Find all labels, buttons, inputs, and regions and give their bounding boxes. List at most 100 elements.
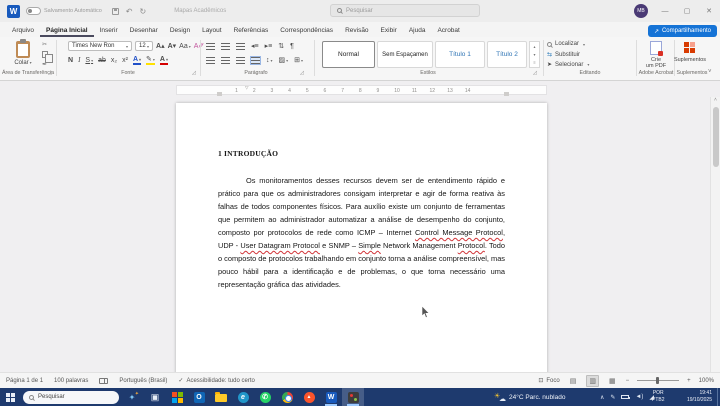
addins-icon[interactable] [684,42,695,53]
vertical-scrollbar[interactable]: ˄ [710,97,720,372]
ribbon-tab-revisão[interactable]: Revisão [339,25,374,37]
active-document-app-icon[interactable] [342,388,364,406]
file-explorer-icon[interactable] [210,388,232,406]
align-left-icon[interactable] [206,56,215,64]
subscript-icon[interactable]: x₂ [111,55,117,65]
show-marks-icon[interactable]: ¶ [290,41,294,51]
share-button[interactable]: ↗ Compartilhamento [647,25,717,37]
select-button[interactable]: ➤ Selecionar ▾ [547,61,589,69]
styles-dialog-launcher[interactable]: ◿ [533,70,537,76]
paste-button[interactable] [16,39,30,58]
clock[interactable]: 19:41 19/10/2025 [676,390,712,403]
ribbon-tab-layout[interactable]: Layout [196,25,228,37]
highlight-color-icon[interactable]: ✎ ▾ [146,55,155,65]
pen-icon[interactable]: ✎ [610,394,615,401]
read-mode-icon[interactable]: ▤ [568,376,579,386]
autosave-toggle[interactable] [26,7,41,15]
font-size-select[interactable]: 12 ▾ [135,41,153,51]
font-color-icon[interactable]: A ▾ [159,55,168,65]
horizontal-ruler[interactable]: ▽ 1 2 3 4 5 6 7 8 9 10 11 12 13 14 [176,85,547,96]
taskbar-search[interactable]: Pesquisar [23,390,119,404]
multilevel-list-icon[interactable] [236,42,245,50]
clear-formatting-icon[interactable]: A✐ [194,41,205,51]
whatsapp-icon[interactable]: ✆ [254,388,276,406]
document-canvas[interactable]: 1 INTRODUÇÃO Os monitoramentos desses re… [0,97,720,372]
font-name-select[interactable]: Times New Ron ▾ [68,41,132,51]
zoom-slider-thumb[interactable] [656,377,660,384]
zoom-in-icon[interactable]: + [687,378,691,384]
word-logo-icon[interactable]: W [7,4,20,18]
zoom-level[interactable]: 100% [699,378,714,384]
borders-icon[interactable]: ⊞ ▾ [294,55,303,65]
task-view-icon[interactable]: ▣ [144,388,166,406]
zoom-out-icon[interactable]: − [626,378,630,384]
shrink-font-icon[interactable]: A ▾ [168,41,177,51]
clipboard-dialog-launcher[interactable]: ◿ [48,70,52,76]
accessibility-status[interactable]: ✓ Acessibilidade: tudo certo [178,377,254,385]
find-button[interactable]: Localizar ▾ [547,41,585,47]
right-margin-marker[interactable] [504,92,509,96]
styles-gallery-scroll[interactable]: ▴ ▾ ≡ [529,41,540,68]
close-button[interactable]: ✕ [698,0,720,22]
change-case-icon[interactable]: Aa ▾ [179,41,191,51]
shading-icon[interactable]: ▨ ▾ [279,55,289,65]
style-no-spacing[interactable]: Sem Espaçamen [377,41,433,68]
font-dialog-launcher[interactable]: ◿ [192,70,196,76]
ribbon-tab-página-inicial[interactable]: Página Inicial [40,25,94,37]
ribbon-tab-referências[interactable]: Referências [228,25,275,37]
edge-icon[interactable]: e [232,388,254,406]
maximize-button[interactable]: ▢ [676,0,698,22]
page-indicator[interactable]: Página 1 de 1 [6,378,43,384]
numbering-icon[interactable] [221,42,230,50]
document-title[interactable]: Mapas Acadêmicos [174,8,226,14]
ribbon-tab-exibir[interactable]: Exibir [375,25,403,37]
line-spacing-icon[interactable]: ↕ ▾ [266,55,273,65]
bullets-icon[interactable] [206,42,215,50]
justify-icon[interactable] [250,55,261,65]
word-count[interactable]: 100 palavras [54,378,88,384]
increase-indent-icon[interactable]: ▸≡ [265,41,273,51]
web-layout-icon[interactable]: ▦ [607,376,618,386]
ribbon-tab-acrobat[interactable]: Acrobat [431,25,465,37]
word-icon[interactable]: W [320,388,342,406]
language-indicator[interactable]: Português (Brasil) [119,378,167,384]
battery-icon[interactable] [621,395,631,399]
ribbon-tab-arquivo[interactable]: Arquivo [6,25,40,37]
create-pdf-icon[interactable] [650,41,663,56]
redo-icon[interactable]: ↻ [140,7,147,16]
first-line-indent-marker[interactable]: ▽ [245,85,248,91]
addins-label[interactable]: Suplementos [672,57,708,63]
text-effects-icon[interactable]: A ▾ [132,55,142,65]
scroll-up-icon[interactable]: ˄ [714,97,717,103]
grow-font-icon[interactable]: A ▴ [156,41,165,51]
scrollbar-thumb[interactable] [712,107,719,167]
user-avatar[interactable]: MB [634,4,648,18]
language-switcher[interactable]: POR PTB2 [652,390,665,403]
zoom-slider[interactable] [637,377,680,384]
style-heading2[interactable]: Título 2 [487,41,527,68]
copilot-icon[interactable]: ✦ ✦ [125,391,139,402]
sort-icon[interactable]: ⇅ [278,41,284,51]
print-layout-icon[interactable]: ▥ [586,374,599,387]
weather-widget[interactable]: ☀ ☁ 24°C Parc. nublado [494,388,565,406]
document-page[interactable]: 1 INTRODUÇÃO Os monitoramentos desses re… [176,103,547,372]
copy-icon[interactable] [42,51,53,63]
ribbon-tab-design[interactable]: Design [164,25,196,37]
focus-mode-button[interactable]: ⊡ Foco [538,377,559,385]
titlebar-search[interactable]: Pesquisar [330,4,480,17]
ribbon-tab-correspondências[interactable]: Correspondências [274,25,339,37]
bold-icon[interactable]: N [68,55,73,65]
proofing-icon[interactable] [99,377,109,384]
italic-icon[interactable]: I [78,55,80,65]
strikethrough-icon[interactable]: ab [98,55,106,65]
style-normal[interactable]: Normal [322,41,375,68]
paragraph-dialog-launcher[interactable]: ◿ [300,70,304,76]
replace-button[interactable]: ⇆ Substituir [547,51,580,59]
undo-icon[interactable]: ↶ [126,7,133,16]
brave-icon[interactable]: ▲ [298,388,320,406]
underline-icon[interactable]: S ▾ [85,55,93,65]
microsoft-store-icon[interactable] [166,388,188,406]
chrome-icon[interactable] [276,388,298,406]
ribbon-tab-ajuda[interactable]: Ajuda [403,25,432,37]
start-button[interactable] [0,388,20,406]
